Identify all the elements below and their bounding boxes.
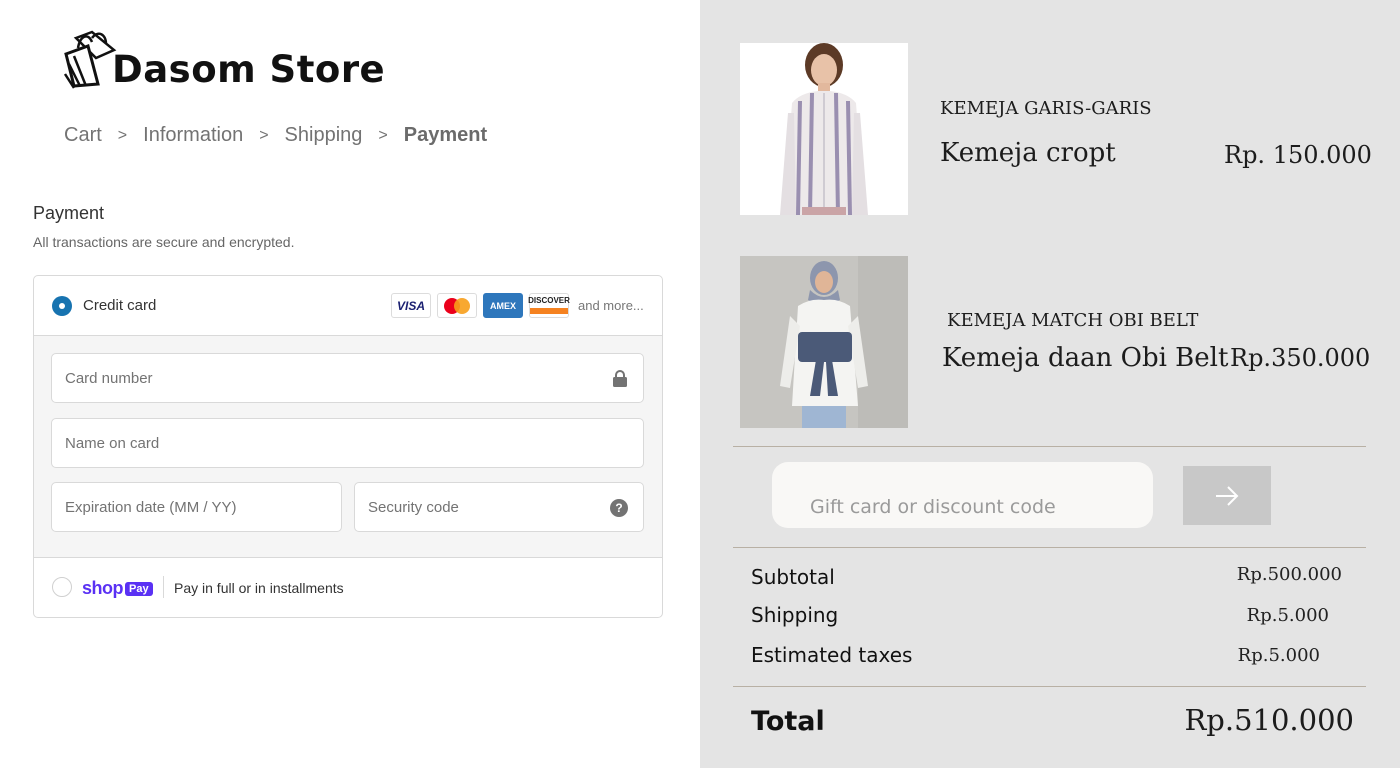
discount-code-input[interactable] (772, 462, 1153, 528)
shipping-label: Shipping (751, 603, 839, 627)
security-code-input[interactable] (355, 483, 643, 531)
taxes-label: Estimated taxes (751, 643, 913, 667)
amex-icon: AMEX (483, 293, 523, 318)
shipping-value: Rp.5.000 (1246, 605, 1329, 626)
product-2-category: KEMEJA MATCH OBI BELT (947, 310, 1199, 331)
security-code-field[interactable]: ? (354, 482, 644, 532)
breadcrumb-information[interactable]: Information (143, 124, 243, 147)
credit-card-label: Credit card (83, 297, 157, 314)
striped-shirt-photo (740, 43, 908, 215)
total-label: Total (751, 706, 825, 737)
product-1-price: Rp. 150.000 (1224, 141, 1372, 169)
store-name: Dasom Store (112, 48, 386, 91)
breadcrumb-payment: Payment (403, 124, 488, 146)
credit-card-option[interactable]: Credit card VISA AMEX DISCOVER and more.… (34, 276, 662, 336)
card-number-input[interactable] (52, 354, 643, 402)
discover-icon: DISCOVER (528, 293, 570, 318)
total-value: Rp.510.000 (1184, 703, 1354, 737)
card-brand-list: VISA AMEX DISCOVER and more... (391, 293, 644, 318)
lock-icon (613, 370, 627, 387)
breadcrumb-separator: > (117, 126, 128, 144)
checkout-form-panel: Dasom Store Cart > Information > Shippin… (0, 0, 700, 768)
breadcrumb-shipping[interactable]: Shipping (285, 124, 363, 147)
shop-pay-option[interactable]: shop Pay Pay in full or in installments (34, 558, 662, 617)
mastercard-icon (437, 293, 477, 318)
divider (733, 547, 1366, 548)
divider (733, 686, 1366, 687)
payment-methods: Credit card VISA AMEX DISCOVER and more.… (33, 275, 663, 618)
credit-card-radio[interactable] (52, 296, 72, 316)
store-logo[interactable]: Dasom Store (62, 26, 385, 91)
name-on-card-input[interactable] (52, 419, 643, 467)
breadcrumb-separator: > (378, 126, 388, 144)
name-on-card-field[interactable] (51, 418, 644, 468)
breadcrumb-separator: > (259, 126, 269, 144)
shop-pay-logo-word: shop (82, 578, 124, 598)
shop-pay-logo: shop Pay (82, 578, 153, 599)
apply-discount-button[interactable] (1183, 466, 1271, 525)
product-2-name: Kemeja daan Obi Belt (942, 343, 1229, 373)
shopping-bags-icon (63, 30, 117, 89)
arrow-right-icon (1216, 485, 1239, 506)
expiration-date-field[interactable] (51, 482, 342, 532)
subtotal-value: Rp.500.000 (1236, 564, 1342, 585)
breadcrumb: Cart > Information > Shipping > Payment (64, 124, 487, 147)
card-number-field[interactable] (51, 353, 644, 403)
breadcrumb-cart[interactable]: Cart (64, 124, 102, 147)
product-2-price: Rp.350.000 (1230, 344, 1371, 372)
subtotal-label: Subtotal (751, 565, 835, 589)
white-shirt-obi-belt-photo (740, 256, 908, 428)
visa-icon: VISA (391, 293, 431, 318)
expiration-date-input[interactable] (52, 483, 341, 531)
product-1-category: KEMEJA GARIS-GARIS (940, 98, 1152, 119)
more-cards-label: and more... (578, 298, 644, 313)
taxes-value: Rp.5.000 (1237, 645, 1320, 666)
discount-code-field[interactable] (772, 462, 1153, 528)
payment-heading: Payment (33, 203, 105, 223)
payment-subtitle: All transactions are secure and encrypte… (33, 234, 295, 250)
shop-pay-logo-badge: Pay (125, 581, 153, 596)
divider (163, 576, 164, 598)
shop-pay-radio[interactable] (52, 577, 72, 597)
product-1-name: Kemeja cropt (940, 138, 1116, 168)
order-summary-panel: KEMEJA GARIS-GARIS Kemeja cropt Rp. 150.… (700, 0, 1400, 768)
question-circle-icon[interactable]: ? (610, 499, 628, 517)
divider (733, 446, 1366, 447)
card-fields: ? (34, 336, 662, 558)
shop-pay-label: Pay in full or in installments (174, 580, 344, 596)
